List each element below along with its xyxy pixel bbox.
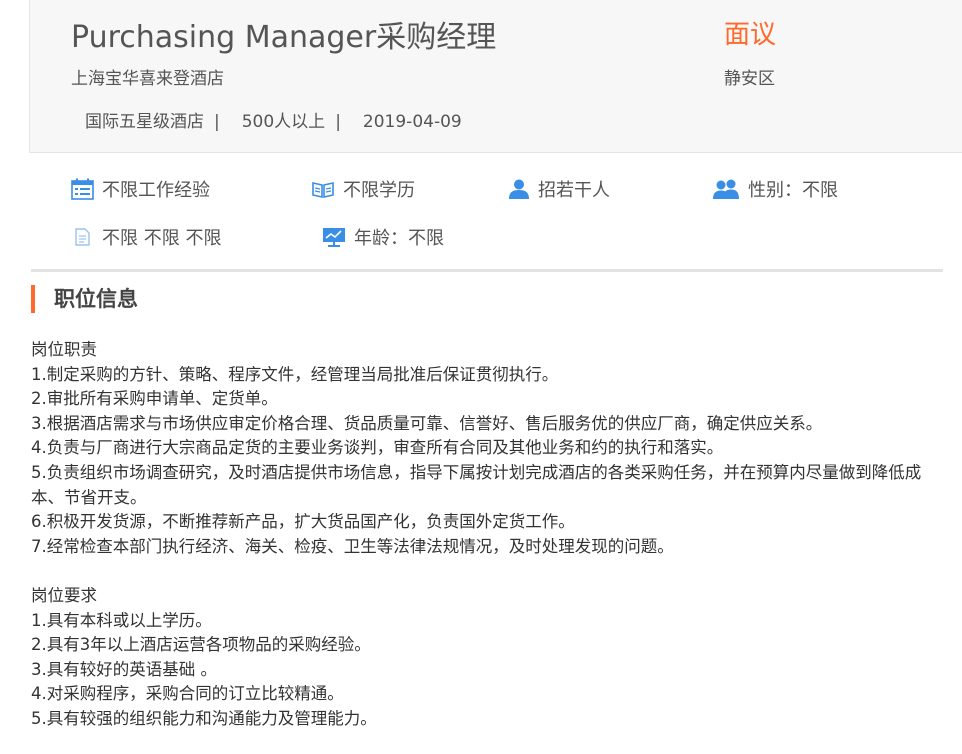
duties-heading: 岗位职责 [31, 340, 97, 359]
duty-item: 1.制定采购的方针、策略、程序文件，经管理当局批准后保证贯彻执行。 [31, 364, 559, 384]
duty-item: 5.负责组织市场调查研究，及时酒店提供市场信息，指导下属按计划完成酒店的各类采购… [31, 462, 922, 507]
job-description: 岗位职责 1.制定采购的方针、策略、程序文件，经管理当局批准后保证贯彻执行。 2… [31, 338, 946, 732]
book-icon [312, 182, 334, 198]
requirement-item: 1.具有本科或以上学历。 [31, 610, 212, 630]
company-name[interactable]: 上海宝华喜来登酒店 [71, 64, 224, 89]
company-type: 国际五星级酒店 [85, 112, 204, 132]
meta-separator: | [214, 112, 220, 132]
job-detail-page: Purchasing Manager采购经理 面议 上海宝华喜来登酒店 静安区 … [0, 0, 962, 754]
age-label: 年龄：不限 [354, 228, 444, 249]
publish-date: 2019-04-09 [362, 112, 462, 132]
section-title: 职位信息 [31, 285, 138, 313]
requirement-item: 4.对采购程序，采购合同的订立比较精通。 [31, 684, 344, 704]
requirement-item: 3.具有较好的英语基础 。 [31, 659, 217, 679]
duty-item: 7.经常检查本部门执行经济、海关、检疫、卫生等法律法规情况，及时处理发现的问题。 [31, 536, 674, 556]
attr-experience: 不限工作经验 [71, 176, 210, 202]
duty-item: 4.负责与厂商进行大宗商品定货的主要业务谈判，审查所有合同及其他业务和约的执行和… [31, 438, 724, 458]
district: 静安区 [724, 69, 775, 89]
document-icon [75, 228, 90, 246]
duty-item: 3.根据酒店需求与市场供应审定价格合理、货品质量可靠、信誉好、售后服务优的供应厂… [31, 413, 823, 433]
monitor-chart-icon [323, 228, 345, 247]
headcount-label: 招若干人 [538, 180, 610, 201]
meta-separator: | [335, 112, 341, 132]
requirement-item: 5.具有较强的组织能力和沟通能力及管理能力。 [31, 708, 377, 728]
job-header: Purchasing Manager采购经理 面议 上海宝华喜来登酒店 静安区 … [29, 0, 962, 153]
person-icon [509, 179, 529, 199]
gender-label: 性别：不限 [748, 180, 838, 201]
duty-item: 2.审批所有采购申请单、定货单。 [31, 389, 278, 409]
requirement-item: 2.具有3年以上酒店运营各项物品的采购经验。 [31, 635, 371, 655]
attr-education: 不限学历 [311, 176, 415, 202]
company-meta: 国际五星级酒店 | 500人以上 | 2019-04-09 [85, 107, 462, 132]
people-icon [713, 179, 739, 199]
attr-age: 年龄：不限 [322, 224, 444, 250]
calendar-icon [71, 178, 94, 200]
company-size: 500人以上 [241, 112, 326, 132]
salary: 面议 [724, 20, 777, 50]
job-title: Purchasing Manager采购经理 [71, 20, 497, 55]
section-divider [31, 269, 943, 272]
experience-label: 不限工作经验 [102, 180, 210, 201]
other-requirements-label: 不限 不限 不限 [102, 228, 222, 249]
duty-item: 6.积极开发货源，不断推荐新产品，扩大货品国产化，负责国外定货工作。 [31, 512, 575, 532]
requirements-heading: 岗位要求 [31, 585, 97, 605]
education-label: 不限学历 [343, 180, 415, 201]
attr-headcount: 招若干人 [508, 176, 610, 202]
attr-gender: 性别：不限 [712, 176, 838, 202]
attr-other: 不限 不限 不限 [71, 224, 221, 250]
